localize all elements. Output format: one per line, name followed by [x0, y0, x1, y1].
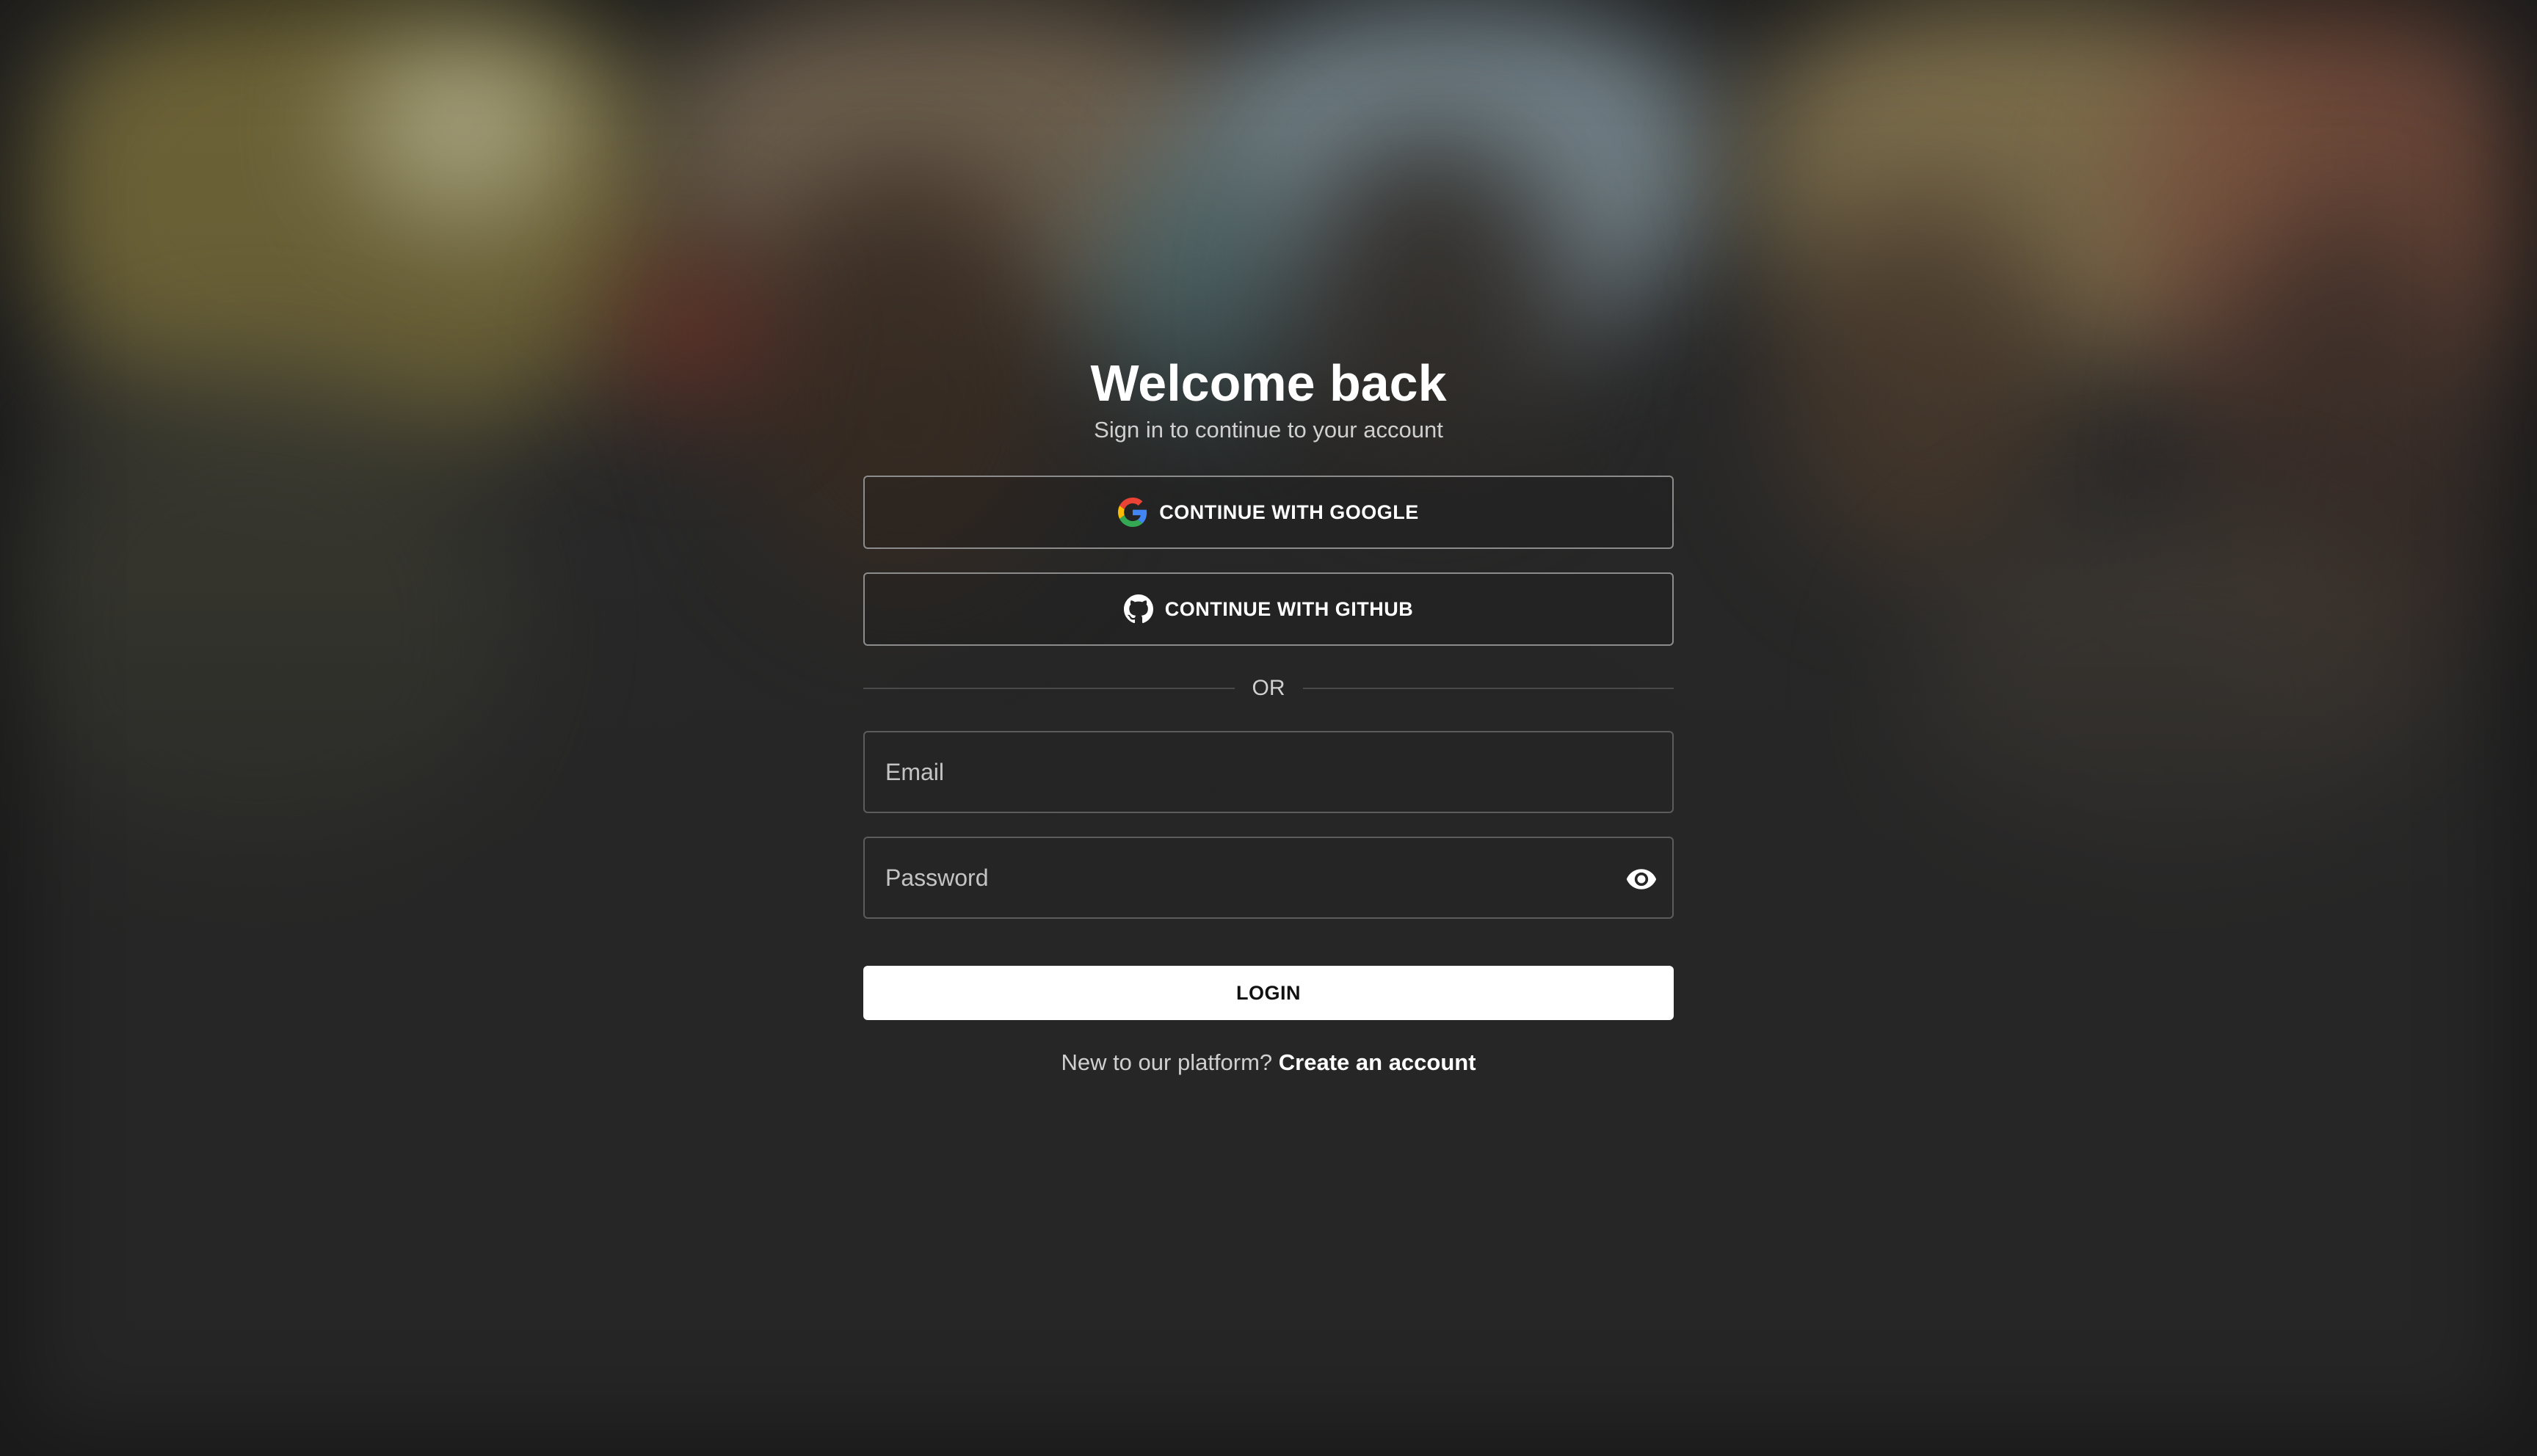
- page-title: Welcome back: [1090, 354, 1447, 412]
- password-field[interactable]: [863, 837, 1674, 919]
- github-icon: [1123, 594, 1153, 624]
- email-field[interactable]: [863, 731, 1674, 813]
- page-subtitle: Sign in to continue to your account: [1094, 417, 1443, 443]
- eye-icon[interactable]: [1625, 863, 1658, 895]
- github-button-label: CONTINUE WITH GITHUB: [1164, 597, 1414, 620]
- or-divider: OR: [863, 666, 1674, 710]
- continue-with-google-button[interactable]: CONTINUE WITH GOOGLE: [863, 476, 1674, 549]
- divider-label: OR: [1252, 676, 1285, 700]
- login-button[interactable]: LOGIN: [863, 966, 1674, 1020]
- continue-with-github-button[interactable]: CONTINUE WITH GITHUB: [863, 572, 1674, 646]
- email-input[interactable]: [865, 732, 1672, 812]
- signup-prompt: New to our platform? Create an account: [863, 1048, 1674, 1077]
- divider-line-right: [1302, 688, 1674, 689]
- create-account-link[interactable]: Create an account: [1279, 1049, 1476, 1075]
- google-icon: [1118, 498, 1147, 527]
- login-card: Welcome back Sign in to continue to your…: [863, 352, 1674, 1077]
- signup-prompt-text: New to our platform?: [1061, 1049, 1273, 1075]
- google-button-label: CONTINUE WITH GOOGLE: [1159, 500, 1419, 523]
- password-input[interactable]: [865, 838, 1672, 917]
- divider-line-left: [863, 688, 1235, 689]
